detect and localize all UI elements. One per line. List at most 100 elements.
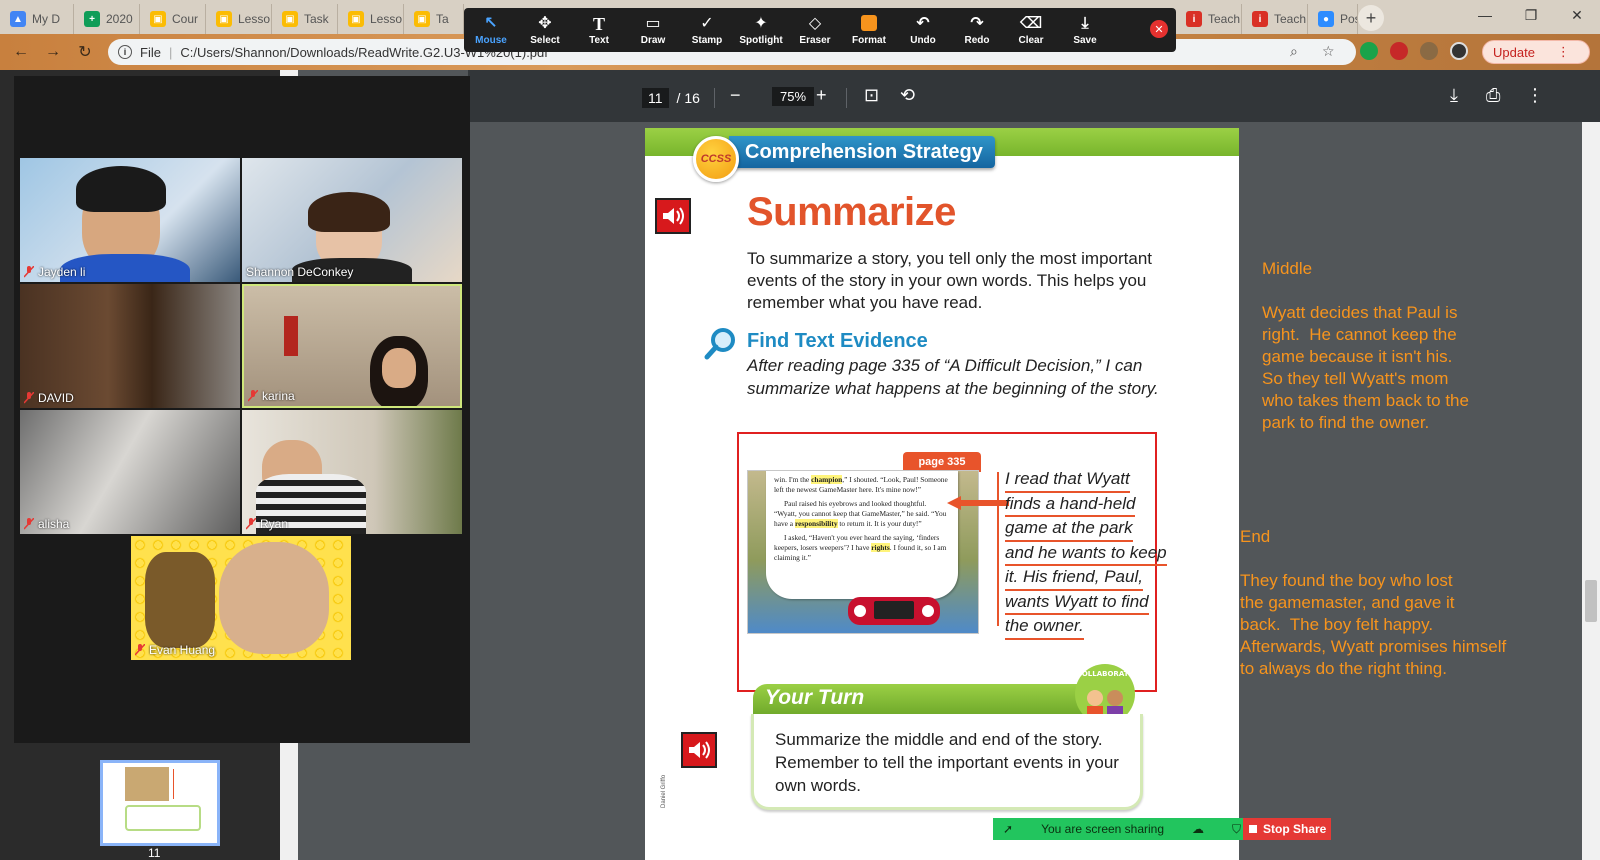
participant-tile-david[interactable]: DAVID <box>20 284 240 408</box>
extension-icon[interactable] <box>1360 42 1378 60</box>
tab-label: My D <box>32 12 60 26</box>
drive-icon: ▲ <box>10 11 26 27</box>
mic-muted-icon <box>134 643 146 656</box>
viewer-background <box>1238 122 1600 860</box>
more-options-icon[interactable]: ⋮ <box>1526 85 1544 106</box>
browser-tab[interactable]: ▣ Lesso <box>338 4 404 34</box>
zoom-level[interactable]: 75% <box>772 87 815 106</box>
tab-label: Teach <box>1274 12 1307 26</box>
participant-name: Shannon DeConkey <box>246 265 354 279</box>
browser-tab[interactable]: ▣ Cour <box>140 4 206 34</box>
update-label: Update <box>1493 44 1535 60</box>
viewer-scrollbar[interactable] <box>1582 122 1600 860</box>
back-icon[interactable]: ← <box>8 39 34 65</box>
browser-tab[interactable]: ▣ Task <box>272 4 338 34</box>
annotation-note-middle: Middle Wyatt decides that Paul is right.… <box>1262 259 1469 432</box>
illustrator-credit: Daniel Griffo <box>661 774 667 808</box>
rotate-icon[interactable]: ⟲ <box>900 85 915 106</box>
page-input[interactable]: 11 <box>642 88 669 108</box>
puzzle-icon[interactable] <box>1420 42 1438 60</box>
classroom-icon: ▣ <box>282 11 298 27</box>
new-tab-button[interactable]: + <box>1358 5 1384 31</box>
tool-redo[interactable]: ↷ Redo <box>950 8 1004 52</box>
restore-icon[interactable]: ❐ <box>1508 0 1554 30</box>
mic-muted-icon <box>245 517 257 530</box>
stop-share-button[interactable]: Stop Share <box>1243 818 1331 840</box>
answer-bracket <box>997 472 1001 626</box>
tool-format[interactable]: Format <box>842 8 896 52</box>
print-icon[interactable]: ⎙ <box>1486 85 1500 106</box>
bookmark-star-icon[interactable]: ☆ <box>1322 43 1335 60</box>
story-excerpt: win. I'm the champion,” I shouted. “Look… <box>747 470 979 634</box>
tool-mouse[interactable]: ↖ Mouse <box>464 8 518 52</box>
tab-label: Ta <box>436 12 449 26</box>
page-title: Summarize <box>747 190 956 234</box>
tool-text[interactable]: T Text <box>572 8 626 52</box>
your-turn-prompt: Summarize the middle and end of the stor… <box>775 730 1119 795</box>
tab-label: Lesso <box>238 12 271 26</box>
participant-tile-evan[interactable]: Evan Huang <box>131 536 351 660</box>
game-device-illustration <box>848 597 940 625</box>
draw-icon: ▭ <box>645 14 661 32</box>
tool-stamp[interactable]: ✓ Stamp <box>680 8 734 52</box>
participant-tile-shannon[interactable]: Shannon DeConkey <box>242 158 462 282</box>
cloud-icon: ☁ <box>1192 822 1205 836</box>
page-indicator: 11 / 16 <box>642 88 700 108</box>
pdf-toolbar: 11 / 16 − 75% + ⊡ ⟲ ⤓ ⎙ ⋮ <box>468 70 1600 122</box>
update-button[interactable]: Update ⋮ <box>1482 40 1590 64</box>
participant-tile-karina[interactable]: karina <box>242 284 462 408</box>
find-text-evidence-heading: Find Text Evidence <box>747 330 928 352</box>
participant-name: karina <box>262 389 295 403</box>
tab-label: Cour <box>172 12 199 26</box>
magnifier-icon <box>704 328 735 360</box>
browser-tab[interactable]: ▲ My D <box>0 4 74 34</box>
tool-eraser[interactable]: ◇ Eraser <box>788 8 842 52</box>
download-icon[interactable]: ⤓ <box>1450 85 1458 106</box>
browser-tab[interactable]: ● Post <box>1308 4 1358 34</box>
browser-tab[interactable]: i Teach <box>1242 4 1308 34</box>
annotation-note-end: End They found the boy who lost the game… <box>1240 527 1507 678</box>
fit-page-icon[interactable]: ⊡ <box>864 85 879 106</box>
browser-tab[interactable]: +2020 <box>74 4 140 34</box>
text-icon: T <box>592 13 605 34</box>
tool-draw[interactable]: ▭ Draw <box>626 8 680 52</box>
tool-clear[interactable]: ⌫ Clear <box>1004 8 1058 52</box>
close-annotation-button[interactable]: ✕ <box>1150 20 1168 38</box>
audio-speaker-icon[interactable] <box>655 198 691 234</box>
tool-save[interactable]: ⤓ Save <box>1058 8 1112 52</box>
participant-tile-ryan[interactable]: Ryan <box>242 410 462 534</box>
zoom-lens-icon[interactable]: ⌕ <box>1290 43 1298 60</box>
spotlight-icon: ✦ <box>754 14 768 32</box>
close-window-icon[interactable]: ✕ <box>1554 0 1600 30</box>
tool-select[interactable]: ✥ Select <box>518 8 572 52</box>
ublock-icon[interactable] <box>1390 42 1408 60</box>
page-thumbnail[interactable] <box>100 760 220 846</box>
participant-tile-alisha[interactable]: alisha <box>20 410 240 534</box>
info-icon: i <box>118 45 132 59</box>
sheets-icon: + <box>84 11 100 27</box>
collaborate-label: COLLABORATE <box>1077 670 1134 678</box>
zoom-out-icon[interactable]: − <box>730 85 741 106</box>
forward-icon[interactable]: → <box>40 39 66 65</box>
participant-name: Evan Huang <box>149 643 216 657</box>
save-icon: ⤓ <box>1081 14 1089 32</box>
mic-muted-icon <box>247 389 259 402</box>
zoom-in-icon[interactable]: + <box>816 85 827 106</box>
avatar[interactable] <box>1450 42 1468 60</box>
browser-tab[interactable]: ▣ Lesso <box>206 4 272 34</box>
participant-name: Ryan <box>260 517 289 531</box>
tool-spotlight[interactable]: ✦ Spotlight <box>734 8 788 52</box>
scheme-label: File <box>140 44 161 60</box>
browser-tab[interactable]: i Teach <box>1176 4 1242 34</box>
tool-undo[interactable]: ↶ Undo <box>896 8 950 52</box>
find-text-evidence-body: After reading page 335 of “A Difficult D… <box>747 356 1159 398</box>
browser-tab[interactable]: ▣ Ta <box>404 4 464 34</box>
participant-tile-jayden[interactable]: Jayden li <box>20 158 240 282</box>
thumbnail-page-number: 11 <box>148 846 161 860</box>
minimize-icon[interactable]: — <box>1462 0 1508 30</box>
scrollbar-thumb[interactable] <box>1585 580 1597 622</box>
reload-icon[interactable]: ↻ <box>72 39 98 65</box>
share-arrow-icon: ➚ <box>1003 822 1014 836</box>
audio-speaker-icon[interactable] <box>681 732 717 768</box>
participant-name: alisha <box>38 517 70 531</box>
